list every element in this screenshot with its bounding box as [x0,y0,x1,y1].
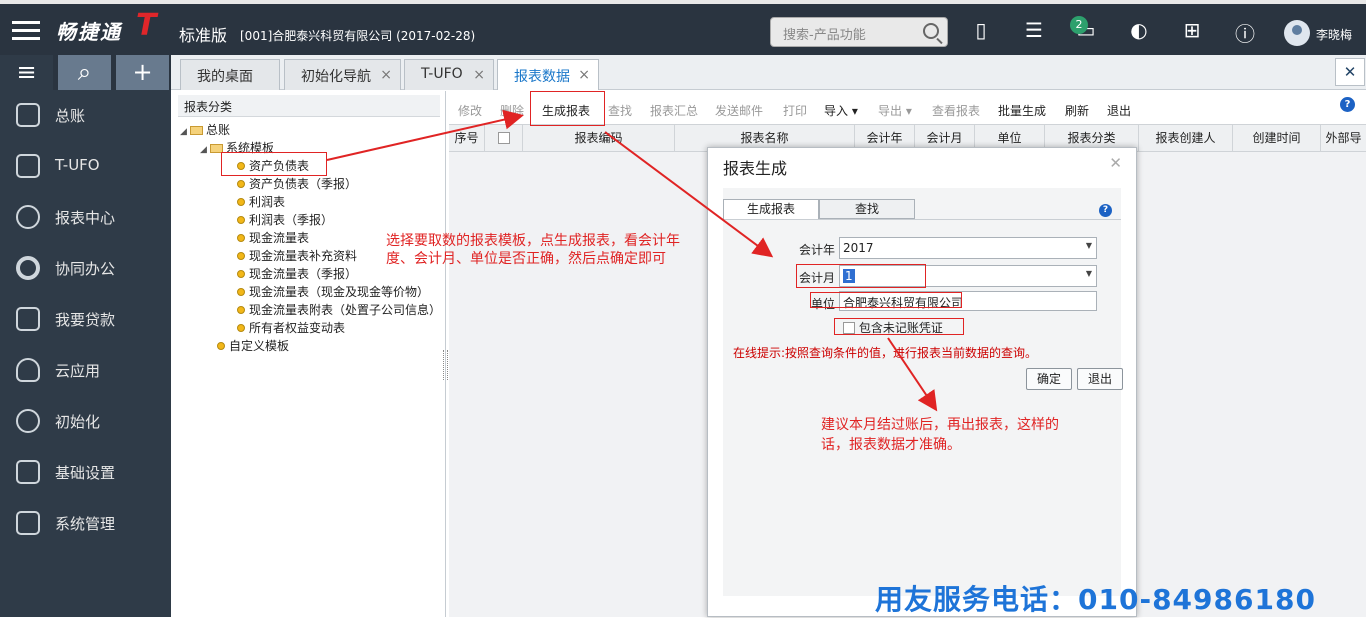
arrow-to-generate [326,109,524,161]
arrow-to-note [887,337,938,412]
service-phone: 用友服务电话：010-84986180 [875,583,1316,616]
annotation-arrows [326,109,938,412]
arrow-to-dialog [604,131,774,258]
